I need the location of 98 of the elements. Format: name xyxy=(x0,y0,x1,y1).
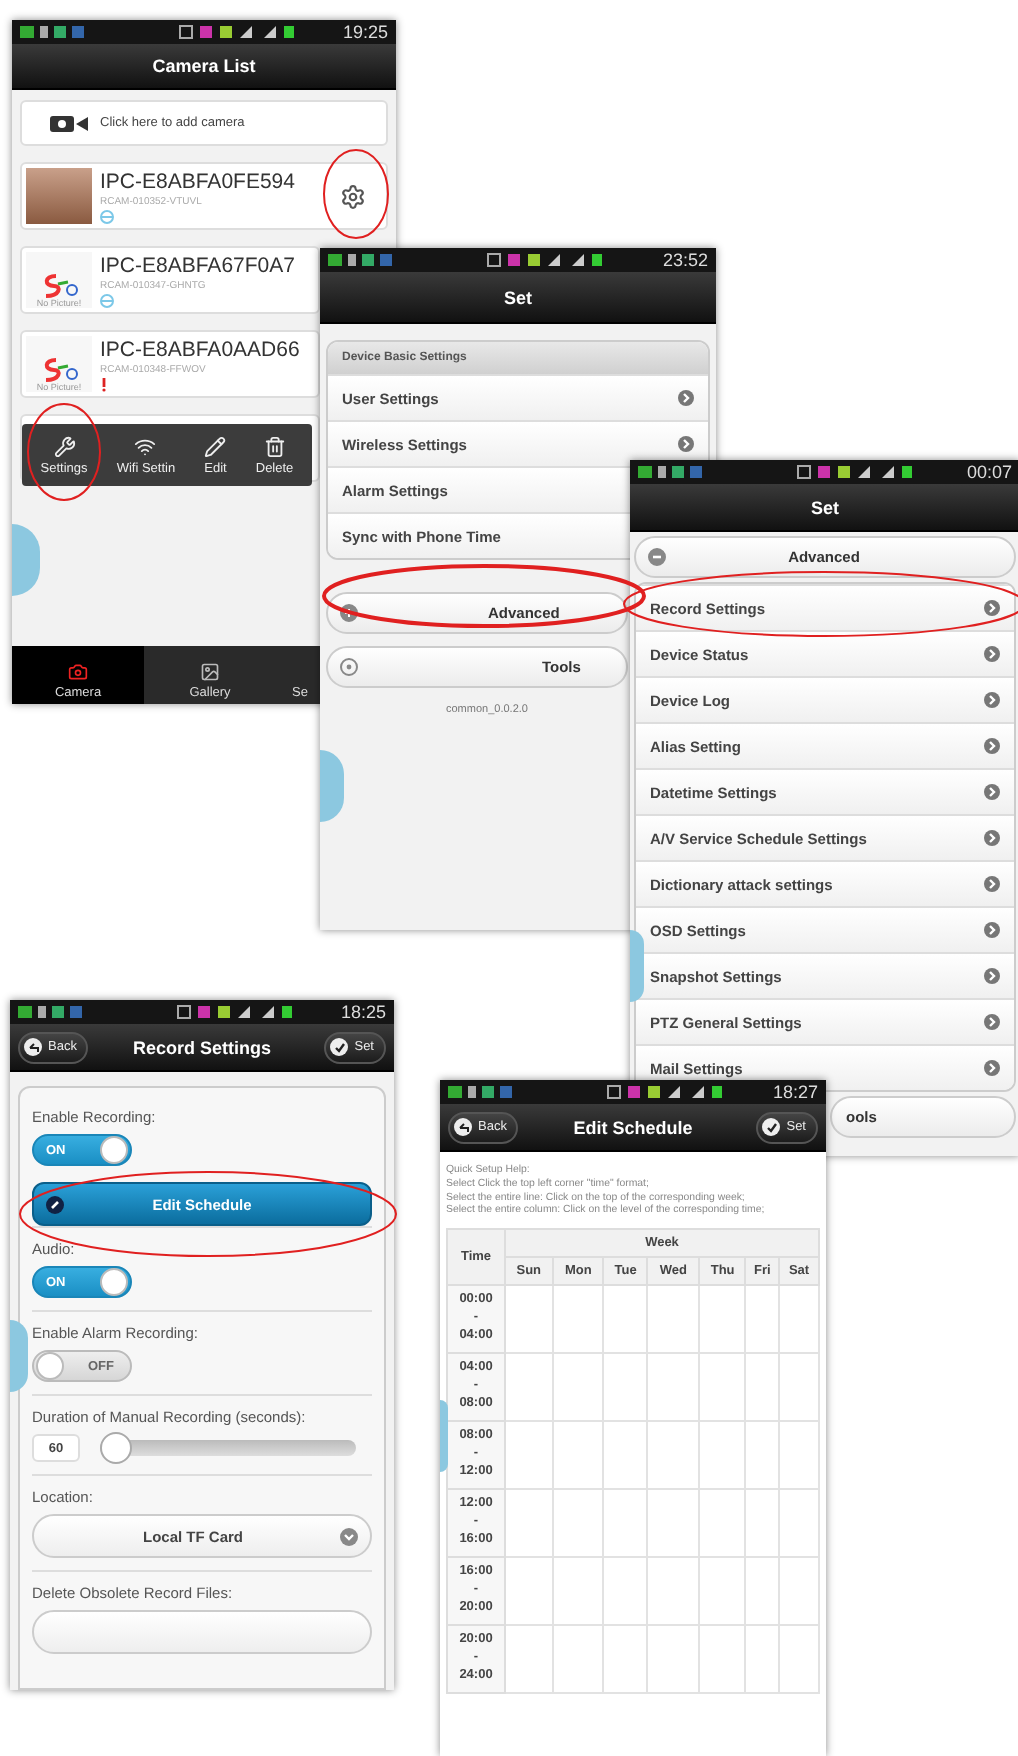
schedule-cell[interactable] xyxy=(745,1285,780,1353)
schedule-cell[interactable] xyxy=(647,1421,700,1489)
photo-placeholder xyxy=(26,168,92,224)
camera-icon xyxy=(68,662,88,682)
pencil-icon xyxy=(204,435,227,457)
schedule-cell[interactable] xyxy=(603,1285,648,1353)
chevron-icon xyxy=(984,1014,1000,1030)
chevron-icon xyxy=(984,738,1000,754)
schedule-cell[interactable] xyxy=(779,1489,819,1557)
schedule-cell[interactable] xyxy=(745,1625,780,1693)
screen-title: Record Settings xyxy=(132,1037,271,1057)
back-arrow-icon xyxy=(457,1121,469,1133)
schedule-cell[interactable] xyxy=(505,1489,553,1557)
wifi-icon xyxy=(134,435,157,457)
check-icon xyxy=(333,1041,346,1053)
schedule-cell[interactable] xyxy=(552,1353,604,1421)
schedule-cell[interactable] xyxy=(603,1489,648,1557)
screen-title: Set xyxy=(503,287,532,307)
side-handle[interactable] xyxy=(320,750,344,822)
side-handle[interactable] xyxy=(10,1320,28,1392)
schedule-cell[interactable] xyxy=(552,1557,604,1625)
schedule-cell[interactable] xyxy=(603,1557,648,1625)
schedule-cell[interactable] xyxy=(699,1285,746,1353)
schedule-cell[interactable] xyxy=(745,1489,780,1557)
chevron-icon xyxy=(984,922,1000,938)
chevron-icon xyxy=(984,646,1000,662)
chevron-down-icon xyxy=(340,1527,358,1545)
schedule-cell[interactable] xyxy=(505,1353,553,1421)
schedule-cell[interactable] xyxy=(505,1625,553,1693)
highlight-ellipse xyxy=(27,403,101,501)
logo-icon xyxy=(39,274,79,298)
chevron-icon xyxy=(984,830,1000,846)
back-arrow-icon xyxy=(27,1041,39,1053)
schedule-cell[interactable] xyxy=(779,1625,819,1693)
chevron-icon xyxy=(984,1060,1000,1076)
chevron-icon xyxy=(984,692,1000,708)
schedule-cell[interactable] xyxy=(699,1557,746,1625)
schedule-cell[interactable] xyxy=(647,1557,700,1625)
dropdown[interactable] xyxy=(32,1610,372,1654)
minus-icon xyxy=(648,548,666,566)
side-handle[interactable] xyxy=(12,524,40,596)
circle-icon xyxy=(340,658,358,676)
schedule-cell[interactable] xyxy=(699,1421,746,1489)
chevron-icon xyxy=(984,968,1000,984)
camera-name: IPC-E8ABFA0FE594 xyxy=(100,169,295,193)
trash-icon xyxy=(263,435,286,457)
schedule-cell[interactable] xyxy=(779,1285,819,1353)
settings-icon[interactable] xyxy=(340,183,366,209)
side-handle[interactable] xyxy=(630,930,644,1002)
schedule-cell[interactable] xyxy=(552,1625,604,1693)
schedule-cell[interactable] xyxy=(745,1557,780,1625)
clock-time: 00:07 xyxy=(966,462,1012,482)
schedule-cell[interactable] xyxy=(745,1353,780,1421)
alert-icon xyxy=(100,377,108,391)
camera-icon xyxy=(50,115,90,131)
status-icon xyxy=(100,209,114,223)
schedule-cell[interactable] xyxy=(505,1421,553,1489)
pencil-icon xyxy=(46,1195,64,1213)
schedule-cell[interactable] xyxy=(505,1285,553,1353)
status-icon xyxy=(100,293,114,307)
schedule-cell[interactable] xyxy=(603,1421,648,1489)
schedule-cell[interactable] xyxy=(745,1421,780,1489)
schedule-cell[interactable] xyxy=(699,1625,746,1693)
highlight-ellipse xyxy=(323,149,389,239)
camera-name: IPC-E8ABFA67F0A7 xyxy=(100,253,295,277)
schedule-cell[interactable] xyxy=(647,1285,700,1353)
schedule-cell[interactable] xyxy=(647,1625,700,1693)
schedule-cell[interactable] xyxy=(699,1353,746,1421)
schedule-cell[interactable] xyxy=(779,1421,819,1489)
chevron-icon xyxy=(984,784,1000,800)
screen-title: Set xyxy=(810,497,839,517)
camera-name: IPC-E8ABFA0AAD66 xyxy=(100,337,300,361)
chevron-icon xyxy=(678,436,694,452)
clock-time: 18:25 xyxy=(340,1002,386,1022)
slider-thumb[interactable] xyxy=(100,1432,132,1464)
wrench-icon xyxy=(53,435,76,457)
schedule-cell[interactable] xyxy=(552,1421,604,1489)
screen-title: Edit Schedule xyxy=(573,1117,693,1137)
clock-time: 19:25 xyxy=(342,22,388,42)
schedule-cell[interactable] xyxy=(647,1353,700,1421)
schedule-cell[interactable] xyxy=(779,1557,819,1625)
schedule-cell[interactable] xyxy=(552,1285,604,1353)
schedule-cell[interactable] xyxy=(552,1489,604,1557)
schedule-cell[interactable] xyxy=(505,1557,553,1625)
clock-time: 23:52 xyxy=(662,250,708,270)
schedule-cell[interactable] xyxy=(647,1489,700,1557)
screen-title: Camera List xyxy=(152,56,256,76)
chevron-icon xyxy=(984,600,1000,616)
schedule-cell[interactable] xyxy=(603,1353,648,1421)
chevron-icon xyxy=(984,876,1000,892)
image-icon xyxy=(200,662,220,682)
schedule-cell[interactable] xyxy=(699,1489,746,1557)
schedule-cell[interactable] xyxy=(779,1353,819,1421)
chevron-icon xyxy=(678,390,694,406)
side-handle[interactable] xyxy=(440,1400,448,1472)
check-icon xyxy=(765,1121,778,1133)
logo-icon xyxy=(39,358,79,382)
schedule-cell[interactable] xyxy=(603,1625,648,1693)
